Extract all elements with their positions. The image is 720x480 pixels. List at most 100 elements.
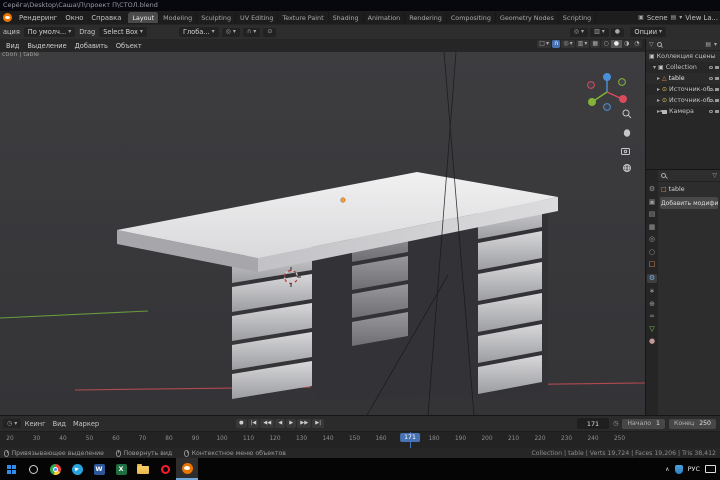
object-data-tab-icon[interactable] [649,326,654,333]
playback-sync-icon[interactable] [613,421,618,427]
rendered-shading-icon[interactable] [632,40,642,48]
tab-layout[interactable]: Layout [128,12,160,23]
preset-dropdown[interactable]: По умолч... [23,27,76,37]
prev-keyframe-button[interactable]: ◀◀ [260,419,275,428]
scene-tab-icon[interactable] [649,236,655,243]
tool-tab-icon[interactable] [649,186,655,193]
filter-icon[interactable] [649,42,654,48]
gizmo-neg-x-axis[interactable] [587,81,595,89]
gizmo-z-axis[interactable] [603,73,611,81]
excel-button[interactable] [110,458,132,480]
overlays-dropdown[interactable] [590,27,609,37]
timeline-ruler[interactable]: 171 20 30 40 50 60 70 80 90 100 110 120 130 140 150 16… [0,431,720,448]
expand-icon[interactable] [657,76,660,82]
output-tab-icon[interactable] [649,211,656,218]
snap-dropdown[interactable] [242,27,261,37]
select-visibility-dropdown[interactable] [537,40,551,48]
view-layer-selector[interactable]: View La... [685,14,718,22]
gizmo-neg-z-axis[interactable] [603,103,611,111]
eye-icon[interactable] [709,110,713,113]
next-keyframe-button[interactable]: ▶▶ [297,419,312,428]
tab-animation[interactable]: Animation [364,12,406,23]
select-tool-dropdown[interactable]: Select Box [99,27,147,37]
3d-viewport-canvas[interactable] [0,52,645,415]
pivot-point-dropdown[interactable] [221,27,240,37]
outliner-row-collection[interactable]: Collection [646,62,720,73]
eye-icon[interactable] [709,66,713,69]
tab-geometry-nodes[interactable]: Geometry Nodes [496,12,559,23]
jump-to-start-button[interactable]: |◀ [247,419,260,428]
display-mode-icon[interactable] [705,42,711,48]
blender-taskbar-button[interactable] [176,458,198,480]
frame-end-field[interactable]: Конец 250 [668,418,716,429]
tray-expand-icon[interactable]: ∧ [665,466,669,473]
keyboard-icon[interactable] [705,465,716,473]
tab-rendering[interactable]: Rendering [405,12,447,23]
menu-render[interactable]: Рендеринг [15,14,61,22]
render-visibility-icon[interactable] [715,99,719,102]
xray-toggle[interactable] [590,40,600,48]
auto-key-button[interactable]: ● [236,419,247,428]
tab-scripting[interactable]: Scripting [559,12,597,23]
proportional-editing-button[interactable] [263,27,277,37]
outliner-item-label[interactable]: Камера [669,108,694,115]
outliner-row-light-2[interactable]: Источник-об... [646,95,720,106]
render-visibility-icon[interactable] [715,88,719,91]
world-tab-icon[interactable] [649,249,655,256]
outliner-item-label[interactable]: Collection [666,64,697,71]
word-button[interactable] [88,458,110,480]
chevron-down-icon[interactable] [679,15,682,21]
viewport-menu-object[interactable]: Объект [112,42,146,50]
transform-orientation-dropdown[interactable]: Глоба... [178,27,219,37]
search-icon[interactable] [656,42,662,47]
expand-icon[interactable] [657,87,660,93]
start-button[interactable] [0,458,22,480]
render-visibility-icon[interactable] [715,66,719,69]
filter-icon[interactable] [712,173,717,179]
material-tab-icon[interactable] [649,338,655,345]
outliner-item-label[interactable]: Коллекция сцены [657,53,716,60]
gizmo-neg-y-axis[interactable] [618,78,626,86]
window-title-bar[interactable]: Серёга\Desktop\Саша\П\проект П\СТОЛ.blen… [0,0,720,11]
chevron-down-icon[interactable] [714,42,717,48]
viewport-menu-select[interactable]: Выделение [23,42,70,50]
render-tab-icon[interactable] [649,199,656,206]
eye-icon[interactable] [709,99,713,102]
tab-compositing[interactable]: Compositing [447,12,496,23]
eye-icon[interactable] [709,77,713,80]
snap-toggle-active[interactable] [551,40,561,48]
frame-start-field[interactable]: Начало 1 [622,418,665,429]
current-frame-field[interactable]: 171 [576,418,610,429]
add-modifier-button[interactable]: Добавить модифика... [660,197,718,209]
view-layer-tab-icon[interactable] [649,224,656,231]
gizmo-y-axis[interactable] [588,98,596,106]
expand-icon[interactable] [653,65,656,71]
particles-tab-icon[interactable] [649,288,655,295]
outliner-row-light-1[interactable]: Источник-об... [646,84,720,95]
timeline-menu-keying[interactable]: Кеинг [21,420,49,428]
render-visibility-icon[interactable] [715,77,719,80]
object-name[interactable]: table [669,186,685,193]
outliner-item-label[interactable]: table [669,75,685,82]
3d-viewport[interactable]: Вид Выделение Добавить Объект □ ▾ ∩ ◎ ▾ … [0,39,645,415]
constraints-tab-icon[interactable] [649,313,655,320]
tab-sculpting[interactable]: Sculpting [197,12,237,23]
play-button[interactable]: ▶ [286,419,297,428]
timeline-menu-view[interactable]: Вид [49,420,69,428]
gizmos-dropdown[interactable] [561,40,575,48]
outliner-row-table[interactable]: table [646,73,720,84]
physics-tab-icon[interactable] [649,301,655,308]
eye-icon[interactable] [709,88,713,91]
tab-shading[interactable]: Shading [329,12,364,23]
outliner-row-scene-collection[interactable]: Коллекция сцены [646,51,720,62]
modifiers-tab-icon[interactable] [647,273,657,283]
render-visibility-icon[interactable] [715,110,719,113]
object-tab-icon[interactable] [649,261,656,268]
viewport-menu-add[interactable]: Добавить [71,42,112,50]
tab-uv-editing[interactable]: UV Editing [236,12,279,23]
options-dropdown[interactable]: Опции [630,27,666,37]
scene-selector[interactable]: Scene [647,14,668,22]
menu-help[interactable]: Справка [87,14,125,22]
blender-logo-icon[interactable] [3,13,12,22]
viewport-menu-view[interactable]: Вид [2,42,23,50]
